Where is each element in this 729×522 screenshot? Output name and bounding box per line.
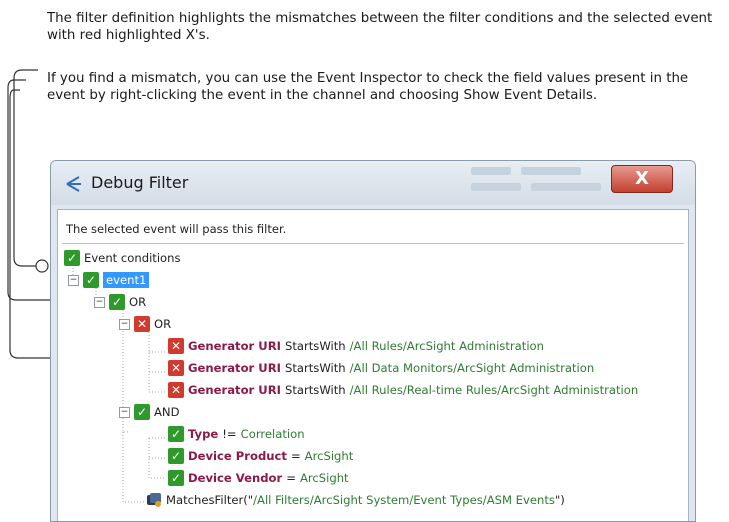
condition-field: Generator URI — [188, 339, 281, 353]
callout-bracket-event-conditions — [13, 69, 38, 267]
close-button[interactable]: X — [611, 165, 673, 193]
condition-operator: = — [286, 471, 296, 485]
check-icon: ✓ — [109, 294, 125, 310]
collapse-toggle[interactable]: − — [119, 318, 130, 330]
collapse-toggle[interactable]: − — [68, 274, 79, 286]
tree-row-and[interactable]: − ✓ AND — [119, 402, 180, 422]
condition-value: /All Data Monitors/ArcSight Administrati… — [349, 361, 595, 375]
tree-row-condition[interactable]: ✕ Generator URI StartsWith /All Data Mon… — [168, 358, 594, 378]
x-icon: ✕ — [134, 316, 150, 332]
tree-row-event-conditions[interactable]: ✓ Event conditions — [64, 248, 181, 268]
blurred-background-item — [471, 167, 511, 175]
matches-suffix: ") — [554, 493, 565, 507]
condition-field: Device Vendor — [188, 471, 283, 485]
condition-operator: StartsWith — [284, 339, 346, 353]
collapse-toggle[interactable]: − — [119, 406, 130, 418]
tree-row-condition[interactable]: ✕ Generator URI StartsWith /All Rules/Re… — [168, 380, 638, 400]
x-icon: ✕ — [168, 360, 184, 376]
tree-row-condition[interactable]: ✓ Device Vendor = ArcSight — [168, 468, 349, 488]
tree-label-selected: event1 — [103, 272, 150, 288]
check-icon: ✓ — [168, 426, 184, 442]
check-icon: ✓ — [168, 448, 184, 464]
condition-operator: StartsWith — [284, 361, 346, 375]
filter-icon — [146, 492, 162, 508]
tree-label: OR — [154, 317, 172, 331]
condition-value: /All Rules/Real-time Rules/ArcSight Admi… — [349, 383, 639, 397]
matches-path: /All Filters/ArcSight System/Event Types… — [253, 493, 555, 507]
debug-filter-window: Debug Filter X The selected event will p… — [50, 160, 696, 522]
blurred-background-item — [531, 183, 601, 191]
tree-row-condition[interactable]: ✓ Type != Correlation — [168, 424, 305, 444]
x-icon: ✕ — [168, 382, 184, 398]
condition-field: Device Product — [188, 449, 287, 463]
condition-value: /All Rules/ArcSight Administration — [349, 339, 544, 353]
callout-dot-event-conditions — [35, 259, 49, 273]
window-title: Debug Filter — [91, 173, 189, 192]
tree-row-or-inner[interactable]: − ✕ OR — [119, 314, 171, 334]
x-icon: ✕ — [168, 338, 184, 354]
filter-tree-panel: The selected event will pass this filter… — [57, 209, 689, 521]
tree-label: OR — [129, 295, 147, 309]
collapse-toggle[interactable]: − — [94, 296, 105, 308]
title-bar[interactable]: Debug Filter X — [51, 161, 695, 205]
check-icon: ✓ — [134, 404, 150, 420]
condition-value: ArcSight — [304, 449, 354, 463]
condition-field: Type — [188, 427, 219, 441]
check-icon: ✓ — [83, 272, 99, 288]
tree-label: Event conditions — [84, 251, 181, 265]
tree-row-matches-filter[interactable]: MatchesFilter("/All Filters/ArcSight Sys… — [146, 490, 565, 510]
condition-operator: StartsWith — [284, 383, 346, 397]
tree-row-or-outer[interactable]: − ✓ OR — [94, 292, 146, 312]
blurred-background-item — [521, 167, 581, 175]
close-icon: X — [635, 168, 649, 189]
mismatch-caption: If you find a mismatch, you can use the … — [47, 71, 689, 103]
debug-filter-icon — [65, 175, 83, 198]
matches-prefix: MatchesFilter(" — [166, 493, 254, 507]
check-icon: ✓ — [64, 250, 80, 266]
condition-field: Generator URI — [188, 361, 281, 375]
blurred-background-item — [471, 183, 521, 191]
tree-row-condition[interactable]: ✓ Device Product = ArcSight — [168, 446, 353, 466]
condition-value: ArcSight — [299, 471, 349, 485]
condition-value: Correlation — [240, 427, 305, 441]
condition-operator: != — [222, 427, 237, 441]
check-icon: ✓ — [168, 470, 184, 486]
tree-row-condition[interactable]: ✕ Generator URI StartsWith /All Rules/Ar… — [168, 336, 544, 356]
condition-field: Generator URI — [188, 383, 281, 397]
tree-label: AND — [154, 405, 180, 419]
condition-operator: = — [290, 449, 301, 463]
filter-definition-caption: The filter definition highlights the mis… — [47, 11, 713, 43]
tree-row-event1[interactable]: − ✓ event1 — [68, 270, 150, 290]
